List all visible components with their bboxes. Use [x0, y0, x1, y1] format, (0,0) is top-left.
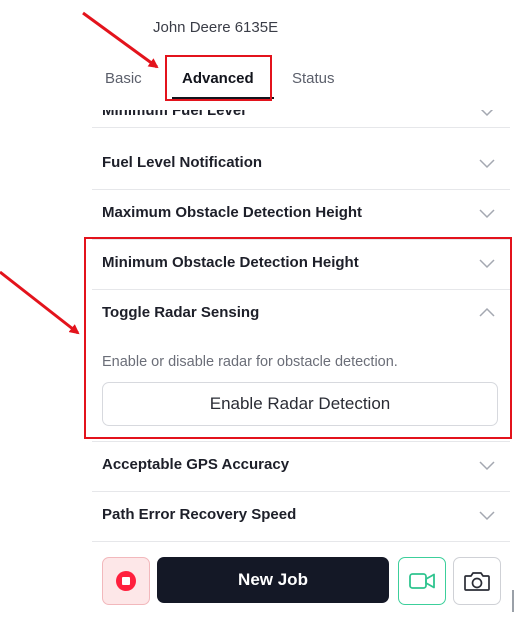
radar-description: Enable or disable radar for obstacle det… [102, 354, 398, 370]
video-button[interactable] [398, 557, 446, 605]
chevron-down-icon [479, 511, 495, 521]
active-tab-indicator [172, 97, 274, 99]
tab-basic[interactable]: Basic [105, 70, 142, 87]
tab-advanced[interactable]: Advanced [182, 70, 254, 87]
settings-tabs: Basic Advanced Status [92, 60, 510, 106]
video-camera-icon [409, 573, 435, 589]
arrow-icon [0, 270, 80, 335]
camera-button[interactable] [453, 557, 501, 605]
chevron-down-icon [479, 461, 495, 471]
arrow-icon [82, 11, 159, 69]
bottom-action-bar: New Job [92, 546, 517, 629]
setting-path-error-recovery-speed[interactable]: Path Error Recovery Speed [92, 492, 510, 542]
settings-list: Minimum Fuel Level Fuel Level Notificati… [92, 110, 510, 542]
setting-acceptable-gps-accuracy[interactable]: Acceptable GPS Accuracy [92, 442, 510, 492]
scrollbar-thumb[interactable] [512, 590, 514, 612]
enable-radar-detection-button[interactable]: Enable Radar Detection [102, 382, 498, 426]
tab-status[interactable]: Status [292, 70, 335, 87]
setting-label: Acceptable GPS Accuracy [102, 456, 290, 473]
radar-settings-panel: Enable or disable radar for obstacle det… [92, 110, 510, 450]
camera-icon [464, 572, 490, 591]
setting-label: Path Error Recovery Speed [102, 506, 297, 523]
new-job-button[interactable]: New Job [157, 557, 389, 603]
stop-button[interactable] [102, 557, 150, 605]
device-name: John Deere 6135E [153, 19, 279, 36]
device-settings-panel: John Deere 6135E Basic Advanced Status M… [0, 0, 517, 629]
